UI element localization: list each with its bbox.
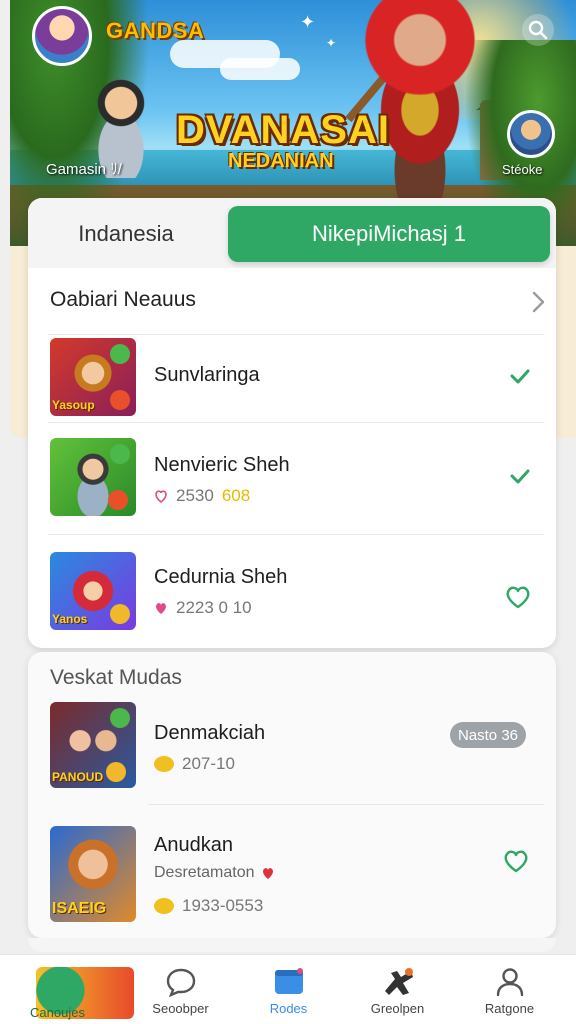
heart-icon bbox=[156, 603, 166, 614]
divider bbox=[48, 422, 544, 423]
friend-avatar[interactable] bbox=[507, 110, 555, 158]
game-title: DVANASAI bbox=[176, 108, 390, 152]
nav-item-rodes[interactable]: Rodes bbox=[231, 955, 346, 1024]
divider bbox=[48, 534, 544, 535]
next-card-peek bbox=[28, 938, 556, 952]
nav-item-canoujes[interactable]: Canoujes bbox=[0, 955, 115, 1024]
list-item[interactable]: Yasoup Sunvlaringa bbox=[28, 336, 556, 422]
brand-logo-text: GANDSA bbox=[106, 18, 205, 43]
item-name: Sunvlaringa bbox=[154, 364, 260, 386]
window-icon bbox=[274, 968, 303, 994]
coin-icon bbox=[110, 604, 130, 624]
item-subtitle: Desretamaton bbox=[154, 864, 255, 881]
thumbnail-tag: Yanos bbox=[52, 612, 88, 626]
item-name: Cedurnia Sheh bbox=[154, 566, 288, 588]
list-item[interactable]: Yanos Cedurnia Sheh 2223 0 10 bbox=[28, 536, 556, 646]
person-icon bbox=[496, 968, 523, 997]
item-meta: 2530 608 bbox=[154, 486, 250, 506]
coin-icon bbox=[154, 898, 174, 914]
nav-label: Greolpen bbox=[370, 1001, 425, 1016]
nav-label: Ratgone bbox=[484, 1001, 535, 1016]
chat-bubble-icon bbox=[166, 968, 195, 997]
nav-label: Seoobper bbox=[152, 1001, 209, 1016]
section-title: Oabiari Neauus bbox=[50, 288, 196, 311]
friend-caption: Stéoke bbox=[502, 162, 543, 177]
background-panel bbox=[556, 246, 576, 438]
divider bbox=[48, 334, 544, 335]
bottom-navigation: Canoujes Seoobper Rodes Greolpen Ratgone bbox=[0, 954, 576, 1024]
search-button[interactable] bbox=[522, 14, 554, 46]
search-icon bbox=[528, 20, 548, 40]
game-thumbnail: Yasoup bbox=[50, 338, 136, 416]
coin-icon bbox=[110, 344, 130, 364]
game-thumbnail: Yanos bbox=[50, 552, 136, 630]
coin-icon bbox=[110, 708, 130, 728]
item-name: Denmakciah bbox=[154, 722, 266, 744]
thumbnail-tag: Yasoup bbox=[52, 398, 95, 412]
item-count: 2530 bbox=[176, 486, 214, 505]
nav-item-greolpen[interactable]: Greolpen bbox=[340, 955, 455, 1024]
item-meta: 207-10 bbox=[154, 754, 235, 774]
heart-outline-icon[interactable] bbox=[502, 848, 530, 874]
chevron-right-icon bbox=[532, 291, 545, 313]
coin-icon bbox=[108, 490, 128, 510]
list-item[interactable]: ISAEIG Anudkan Desretamaton 1933-0553 bbox=[28, 824, 556, 928]
item-highlight-value: 608 bbox=[221, 486, 251, 505]
game-thumbnail: ISAEIG bbox=[50, 826, 136, 922]
list-item[interactable]: Nenvieric Sheh 2530 608 bbox=[28, 424, 556, 532]
cloud bbox=[220, 58, 300, 80]
heart-icon bbox=[262, 868, 273, 879]
coin-icon bbox=[110, 444, 130, 464]
nav-item-ratgone[interactable]: Ratgone bbox=[452, 955, 567, 1024]
status-badge: Nasto 36 bbox=[450, 722, 526, 748]
checkmark-icon[interactable] bbox=[508, 464, 532, 488]
coin-icon bbox=[154, 756, 174, 772]
profile-avatar[interactable] bbox=[32, 6, 92, 66]
list-item[interactable]: PANOUD Denmakciah 207-10 Nasto 36 bbox=[28, 702, 556, 802]
region-card: Indanesia NikepiMichasj 1 Oabiari Neauus… bbox=[28, 198, 556, 648]
tab-bar: Indanesia NikepiMichasj 1 bbox=[28, 198, 556, 268]
nav-label: Rodes bbox=[269, 1001, 308, 1016]
item-meta: 1933-0553 bbox=[154, 896, 263, 916]
item-count: 2223 0 10 bbox=[176, 598, 252, 617]
sparkle-icon: ✦ bbox=[300, 12, 316, 32]
item-name: Anudkan bbox=[154, 834, 233, 856]
heart-icon bbox=[155, 490, 167, 504]
tab-indanesia[interactable]: Indanesia bbox=[28, 206, 224, 262]
thumbnail-tag: PANOUD bbox=[52, 770, 104, 784]
sparkle-icon: ✦ bbox=[326, 36, 337, 50]
coin-icon bbox=[106, 762, 126, 782]
recent-card: Veskat Mudas PANOUD Denmakciah 207-10 Na… bbox=[28, 652, 556, 938]
item-subtitle-line: Desretamaton bbox=[154, 864, 275, 882]
item-count: 1933-0553 bbox=[182, 896, 264, 915]
background-panel bbox=[10, 246, 30, 438]
nav-label: Canoujes bbox=[30, 1005, 85, 1020]
item-name: Nenvieric Sheh bbox=[154, 454, 290, 476]
game-thumbnail bbox=[50, 438, 136, 516]
game-thumbnail: PANOUD bbox=[50, 702, 136, 788]
heart-outline-icon[interactable] bbox=[504, 584, 532, 610]
nav-item-seoobper[interactable]: Seoobper bbox=[123, 955, 238, 1024]
divider bbox=[148, 804, 544, 805]
coin-icon bbox=[110, 390, 130, 410]
item-count: 207-10 bbox=[182, 754, 235, 773]
game-controller-icon bbox=[384, 968, 413, 995]
section-title: Veskat Mudas bbox=[50, 666, 182, 689]
game-subtitle: NEDANIAN bbox=[228, 150, 334, 172]
item-meta: 2223 0 10 bbox=[154, 598, 252, 618]
character-hero bbox=[340, 0, 500, 200]
hero-left-caption: Gamasin ﾘ/ bbox=[46, 161, 122, 178]
thumbnail-tag: ISAEIG bbox=[52, 900, 107, 917]
checkmark-icon[interactable] bbox=[508, 364, 532, 388]
tab-nikepimichasj[interactable]: NikepiMichasj 1 bbox=[228, 206, 550, 262]
section-header[interactable]: Oabiari Neauus bbox=[50, 288, 546, 318]
